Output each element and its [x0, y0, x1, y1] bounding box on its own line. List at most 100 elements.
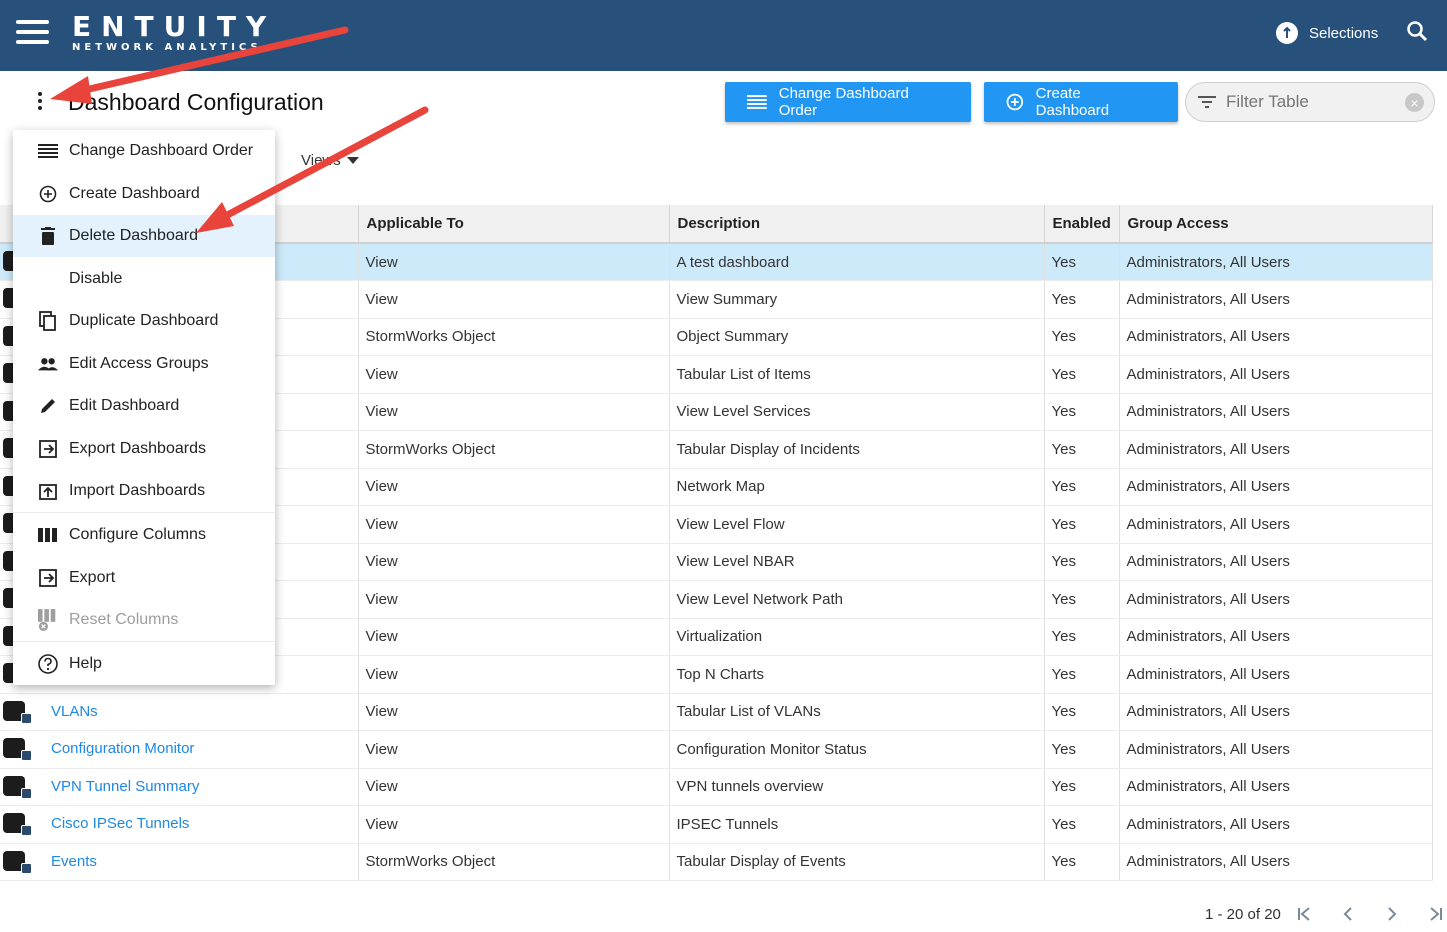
- cell-enabled: Yes: [1044, 393, 1120, 431]
- clear-filter-icon[interactable]: ×: [1405, 93, 1424, 112]
- cell-enabled: Yes: [1044, 243, 1120, 281]
- lock-icon: [21, 712, 32, 724]
- first-page-icon[interactable]: [1293, 903, 1315, 925]
- cell-group-access: Administrators, All Users: [1119, 618, 1433, 656]
- create-dashboard-button[interactable]: Create Dashboard: [984, 82, 1178, 122]
- cell-applicable-to: View: [358, 468, 670, 506]
- cell-applicable-to: View: [358, 280, 670, 319]
- dashboard-type-icon: [0, 848, 34, 876]
- cell-applicable-to: View: [358, 505, 670, 544]
- menu-item-label: Edit Dashboard: [69, 397, 180, 414]
- cell-applicable-to: View: [358, 355, 670, 394]
- column-header-enabled[interactable]: Enabled: [1044, 205, 1120, 244]
- menu-item-configure-columns[interactable]: Configure Columns: [13, 514, 275, 556]
- cell-applicable-to: View: [358, 618, 670, 656]
- menu-item-change-dashboard-order[interactable]: Change Dashboard Order: [13, 130, 275, 172]
- column-header-group-access[interactable]: Group Access: [1119, 205, 1433, 244]
- reset-columns-icon: [38, 609, 58, 631]
- cell-description: View Summary: [669, 280, 1045, 319]
- filter-icon: [1198, 96, 1216, 108]
- cell-applicable-to: View: [358, 805, 670, 844]
- menu-item-label: Export Dashboards: [69, 440, 206, 457]
- menu-item-duplicate-dashboard[interactable]: Duplicate Dashboard: [13, 300, 275, 342]
- column-header-applicable-to[interactable]: Applicable To: [358, 205, 670, 244]
- cell-description: IPSEC Tunnels: [669, 805, 1045, 844]
- last-page-icon[interactable]: [1425, 903, 1447, 925]
- table-row[interactable]: Events StormWorks Object Tabular Display o…: [0, 843, 1433, 881]
- table-row[interactable]: VPN Tunnel Summary View VPN tunnels overvi…: [0, 768, 1433, 806]
- selections-icon: [1276, 22, 1298, 44]
- import-icon: [38, 481, 58, 501]
- dashboard-type-icon: [0, 735, 34, 763]
- dashboard-type-icon: [0, 698, 34, 726]
- columns-icon: [38, 525, 58, 545]
- selections-button[interactable]: Selections: [1276, 22, 1378, 44]
- filter-input[interactable]: [1226, 92, 1406, 112]
- menu-item-label: Disable: [69, 270, 123, 287]
- menu-item-delete-dashboard[interactable]: Delete Dashboard: [13, 215, 275, 257]
- list-icon: [747, 95, 767, 109]
- table-row[interactable]: VLANs View Tabular List of VLANs Yes Adminis…: [0, 693, 1433, 731]
- hamburger-menu-icon[interactable]: [16, 20, 49, 44]
- menu-item-export-dashboards[interactable]: Export Dashboards: [13, 428, 275, 470]
- create-dashboard-label: Create Dashboard: [1035, 85, 1110, 119]
- help-icon: [38, 654, 58, 674]
- cell-name: Events: [0, 843, 359, 881]
- cell-group-access: Administrators, All Users: [1119, 468, 1433, 506]
- dashboard-name-link[interactable]: Configuration Monitor: [51, 740, 194, 757]
- menu-item-export[interactable]: Export: [13, 557, 275, 599]
- dashboard-name-link[interactable]: Events: [51, 853, 97, 870]
- menu-item-help[interactable]: Help: [13, 643, 275, 685]
- cell-description: Tabular Display of Events: [669, 843, 1045, 881]
- add-circle-icon: [38, 184, 58, 204]
- next-page-icon[interactable]: [1381, 903, 1403, 925]
- previous-page-icon[interactable]: [1337, 903, 1359, 925]
- logo-brand: ENTUITY: [72, 10, 277, 43]
- menu-item-edit-access-groups[interactable]: Edit Access Groups: [13, 343, 275, 385]
- menu-item-label: Reset Columns: [69, 611, 179, 628]
- export-icon: [38, 439, 58, 459]
- cell-enabled: Yes: [1044, 693, 1120, 731]
- dashboard-name-link[interactable]: VPN Tunnel Summary: [51, 778, 199, 795]
- search-icon[interactable]: [1406, 20, 1428, 42]
- cell-group-access: Administrators, All Users: [1119, 655, 1433, 694]
- export-icon: [38, 568, 58, 588]
- menu-item-label: Configure Columns: [69, 526, 206, 543]
- cell-enabled: Yes: [1044, 580, 1120, 619]
- cell-group-access: Administrators, All Users: [1119, 543, 1433, 581]
- table-row[interactable]: Configuration Monitor View Configuration M…: [0, 730, 1433, 769]
- menu-item-label: Create Dashboard: [69, 185, 200, 202]
- views-dropdown[interactable]: Views: [301, 152, 359, 169]
- cell-applicable-to: StormWorks Object: [358, 843, 670, 881]
- cell-group-access: Administrators, All Users: [1119, 393, 1433, 431]
- cell-enabled: Yes: [1044, 618, 1120, 656]
- entuity-logo: ENTUITY NETWORK ANALYTICS: [72, 10, 277, 54]
- menu-item-disable[interactable]: Disable: [13, 258, 275, 300]
- menu-item-import-dashboards[interactable]: Import Dashboards: [13, 470, 275, 512]
- table-row[interactable]: Cisco IPSec Tunnels View IPSEC Tunnels Yes A…: [0, 805, 1433, 844]
- cell-group-access: Administrators, All Users: [1119, 580, 1433, 619]
- change-dashboard-order-button[interactable]: Change Dashboard Order: [725, 82, 971, 122]
- column-header-description[interactable]: Description: [669, 205, 1045, 244]
- cell-group-access: Administrators, All Users: [1119, 768, 1433, 806]
- cell-description: Tabular Display of Incidents: [669, 430, 1045, 469]
- cell-description: Configuration Monitor Status: [669, 730, 1045, 769]
- cell-applicable-to: View: [358, 730, 670, 769]
- cell-applicable-to: StormWorks Object: [358, 430, 670, 469]
- menu-item-create-dashboard[interactable]: Create Dashboard: [13, 173, 275, 215]
- cell-applicable-to: View: [358, 543, 670, 581]
- more-options-icon[interactable]: [34, 92, 46, 114]
- dashboard-name-link[interactable]: Cisco IPSec Tunnels: [51, 815, 189, 832]
- dashboard-name-link[interactable]: VLANs: [51, 703, 98, 720]
- pager-range: 1 - 20 of 20: [1205, 905, 1281, 923]
- cell-group-access: Administrators, All Users: [1119, 318, 1433, 356]
- cell-description: Tabular List of VLANs: [669, 693, 1045, 731]
- menu-item-reset-columns[interactable]: Reset Columns: [13, 599, 275, 641]
- menu-item-edit-dashboard[interactable]: Edit Dashboard: [13, 385, 275, 427]
- cell-group-access: Administrators, All Users: [1119, 243, 1433, 281]
- cell-description: Network Map: [669, 468, 1045, 506]
- lock-icon: [21, 862, 32, 874]
- lock-icon: [21, 787, 32, 799]
- caret-down-icon: [346, 157, 359, 164]
- cell-description: View Level Network Path: [669, 580, 1045, 619]
